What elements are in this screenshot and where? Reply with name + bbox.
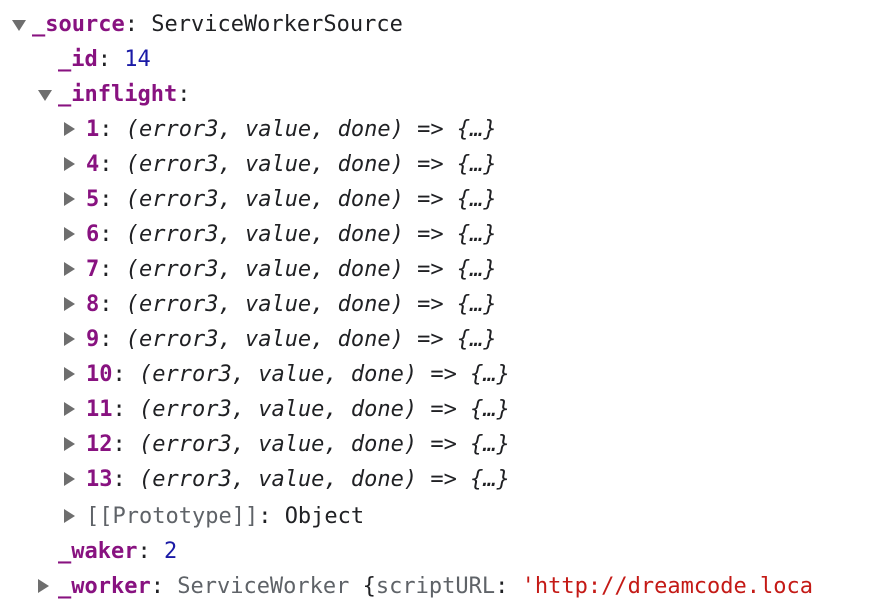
inflight-item-key: 13 — [86, 467, 113, 492]
collapsed-triangle-icon[interactable] — [38, 579, 49, 593]
worker-prop-value: 'http://dreamcode.loca — [521, 574, 814, 599]
source-key: _source — [32, 12, 125, 37]
prototype-value: Object — [284, 504, 365, 529]
inflight-item-key: 5 — [86, 187, 100, 212]
collapsed-triangle-icon[interactable] — [64, 297, 75, 311]
collapsed-triangle-icon[interactable] — [64, 402, 75, 416]
waker-value: 2 — [163, 539, 178, 564]
worker-type: ServiceWorker — [177, 574, 350, 599]
inflight-item-value: (error3, value, done) => {…} — [139, 397, 510, 422]
inflight-item-value: (error3, value, done) => {…} — [139, 432, 510, 457]
id-value: 14 — [124, 47, 151, 72]
inflight-item-key: 9 — [86, 327, 100, 352]
inflight-item-value: (error3, value, done) => {…} — [125, 152, 497, 177]
worker-key: _worker — [58, 574, 151, 599]
inflight-item-value: (error3, value, done) => {…} — [125, 117, 497, 142]
inflight-item-value: (error3, value, done) => {…} — [139, 467, 510, 492]
inflight-item-value: (error3, value, done) => {…} — [125, 327, 497, 352]
inflight-item-value: (error3, value, done) => {…} — [125, 187, 497, 212]
inflight-item-key: 12 — [86, 432, 113, 457]
collapsed-triangle-icon[interactable] — [64, 367, 75, 381]
inflight-item-value: (error3, value, done) => {…} — [139, 362, 510, 387]
inflight-item-key: 7 — [86, 257, 100, 282]
collapsed-triangle-icon[interactable] — [64, 262, 75, 276]
inflight-item-key: 4 — [86, 152, 100, 177]
inflight-item-key: 8 — [86, 292, 100, 317]
inflight-item-key: 10 — [86, 362, 113, 387]
collapsed-triangle-icon[interactable] — [64, 332, 75, 346]
collapsed-triangle-icon[interactable] — [64, 157, 75, 171]
inflight-item-key: 1 — [86, 117, 100, 142]
inflight-item-key: 11 — [86, 397, 113, 422]
collapsed-triangle-icon[interactable] — [64, 437, 75, 451]
source-value: ServiceWorkerSource — [151, 12, 403, 37]
collapsed-triangle-icon[interactable] — [64, 192, 75, 206]
collapsed-triangle-icon[interactable] — [64, 472, 75, 486]
expanded-triangle-icon[interactable] — [12, 20, 26, 31]
collapsed-triangle-icon[interactable] — [64, 227, 75, 241]
worker-prop-key: scriptURL — [375, 574, 496, 599]
inflight-item-key: 6 — [86, 222, 100, 247]
expanded-triangle-icon[interactable] — [38, 90, 52, 101]
collapsed-triangle-icon[interactable] — [64, 509, 75, 523]
inflight-key: _inflight — [58, 82, 178, 107]
inflight-item-value: (error3, value, done) => {…} — [125, 257, 497, 282]
inflight-item-value: (error3, value, done) => {…} — [125, 292, 497, 317]
id-key: _id — [58, 47, 98, 72]
prototype-key: [[Prototype]] — [86, 504, 259, 529]
waker-key: _waker — [58, 539, 138, 564]
collapsed-triangle-icon[interactable] — [64, 122, 75, 136]
inflight-item-value: (error3, value, done) => {…} — [125, 222, 497, 247]
